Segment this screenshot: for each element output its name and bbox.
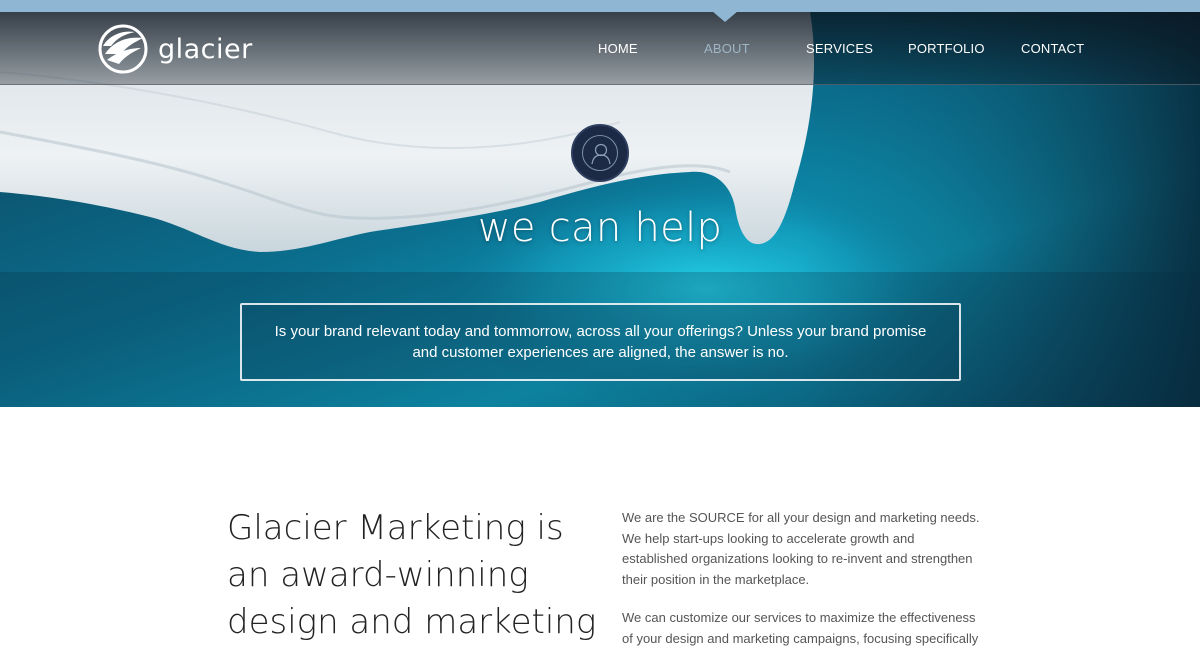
about-section: Glacier Marketing is an award-winning de…	[0, 407, 1200, 649]
hero-tagline-box: Is your brand relevant today and tommorr…	[240, 303, 961, 381]
hero-tagline: Is your brand relevant today and tommorr…	[274, 323, 927, 361]
about-badge	[571, 124, 629, 182]
main-navigation: HOME ABOUT SERVICES PORTFOLIO CONTACT	[0, 41, 1200, 61]
nav-item-home[interactable]: HOME	[598, 41, 638, 56]
nav-item-portfolio[interactable]: PORTFOLIO	[908, 41, 985, 56]
hero-title: we can help	[477, 205, 723, 251]
about-copy: We are the SOURCE for all your design an…	[622, 508, 982, 649]
about-headline: Glacier Marketing is an award-winning de…	[227, 508, 597, 642]
hero-section: glacier HOME ABOUT SERVICES PORTFOLIO CO…	[0, 12, 1200, 407]
about-paragraph: We are the SOURCE for all your design an…	[622, 510, 980, 587]
user-profile-icon	[591, 143, 611, 165]
active-nav-indicator	[712, 11, 738, 22]
nav-item-services[interactable]: SERVICES	[806, 41, 873, 56]
nav-item-about[interactable]: ABOUT	[704, 41, 750, 56]
top-accent-bar	[0, 0, 1200, 12]
site-header: glacier HOME ABOUT SERVICES PORTFOLIO CO…	[0, 12, 1200, 85]
nav-item-contact[interactable]: CONTACT	[1021, 41, 1084, 56]
about-paragraph: We can customize our services to maximiz…	[622, 610, 979, 646]
